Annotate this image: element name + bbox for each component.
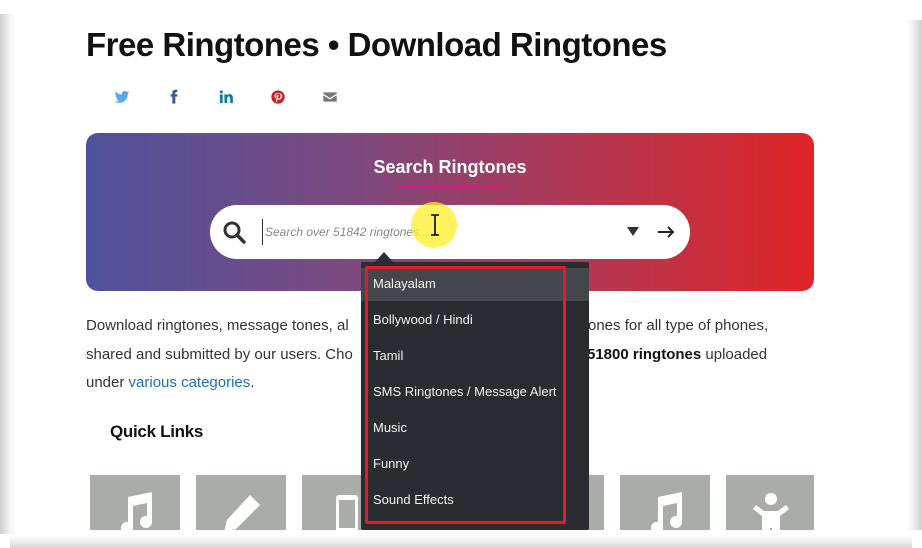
quick-link-tile-music-3[interactable] (620, 475, 710, 530)
facebook-icon[interactable] (148, 84, 200, 110)
dropdown-pointer (375, 252, 393, 262)
search-heading: Search Ringtones (373, 157, 527, 177)
intro-line-2-suffix: uploaded (701, 345, 768, 363)
intro-line-3-suffix: . (250, 374, 255, 391)
email-icon[interactable] (304, 84, 356, 110)
intro-line-2: shared and submitted by our users. Cho (86, 345, 353, 363)
annotation-outline (365, 266, 566, 524)
intro-line-3: under various categories. (86, 369, 254, 398)
search-icon[interactable] (222, 220, 246, 244)
quick-link-tile-edit[interactable] (196, 475, 286, 530)
intro-line-3-prefix: under (86, 374, 129, 391)
quick-link-tile-music[interactable] (90, 475, 180, 530)
heading-underline (398, 185, 502, 188)
music-note-icon (121, 492, 152, 530)
window-shadow-right (906, 20, 922, 530)
quick-links-heading: Quick Links (110, 422, 204, 441)
ringtone-count: 51800 ringtones (587, 345, 702, 363)
intro-line-2-end: 51800 ringtones uploaded (587, 341, 767, 370)
page-title: Free Ringtones • Download Ringtones (86, 26, 667, 63)
music-note-icon (651, 492, 682, 530)
category-dropdown-icon[interactable] (626, 224, 640, 238)
child-icon (753, 493, 789, 530)
various-categories-link[interactable]: various categories (129, 374, 251, 391)
window-shadow-left (0, 14, 16, 534)
submit-arrow-icon[interactable] (656, 222, 676, 242)
pinterest-icon[interactable] (252, 84, 304, 110)
window-shadow-bottom (10, 534, 912, 548)
share-row (96, 84, 356, 110)
intro-line-1-end: ones for all type of phones, (588, 317, 769, 334)
linkedin-icon[interactable] (200, 84, 252, 110)
quick-link-tile-kids[interactable] (726, 475, 814, 530)
page-frame: Free Ringtones • Download Ringtones Sear… (0, 0, 922, 548)
twitter-icon[interactable] (96, 84, 148, 110)
text-cursor-icon (431, 214, 439, 236)
pencil-icon (224, 495, 260, 530)
intro-line-1: Download ringtones, message tones, al (86, 317, 349, 334)
